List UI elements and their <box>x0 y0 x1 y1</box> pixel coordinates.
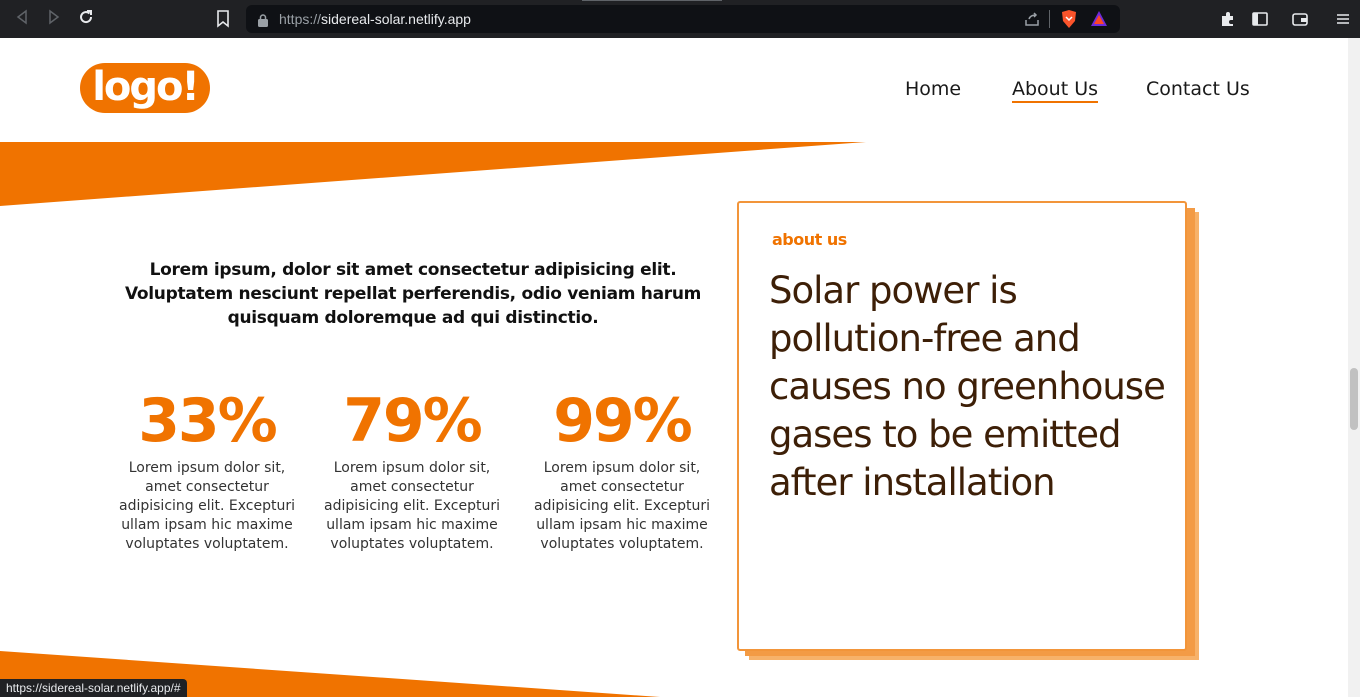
lock-icon <box>258 12 268 27</box>
top-orange-band <box>0 142 866 206</box>
forward-icon[interactable] <box>44 9 64 29</box>
about-card-eyebrow: about us <box>772 230 847 249</box>
address-bar-divider <box>1049 10 1050 28</box>
stat-description: Lorem ipsum dolor sit, amet consectetur … <box>534 460 710 552</box>
url-protocol: https:// <box>279 11 322 27</box>
url-host: sidereal-solar.netlify.app <box>321 11 471 27</box>
url-text: https://sidereal-solar.netlify.app <box>279 11 471 27</box>
address-bar[interactable]: https://sidereal-solar.netlify.app <box>246 5 1120 33</box>
stat-block: 33% Lorem ipsum dolor sit, amet consecte… <box>117 383 297 554</box>
menu-icon[interactable] <box>1334 10 1352 28</box>
brave-rewards-icon[interactable] <box>1090 10 1108 28</box>
status-bar-url: https://sidereal-solar.netlify.app/# <box>0 679 187 697</box>
stat-block: 79% Lorem ipsum dolor sit, amet consecte… <box>322 383 502 554</box>
wallet-icon[interactable] <box>1291 10 1309 28</box>
page-scrollbar[interactable] <box>1348 38 1360 697</box>
brave-shields-icon[interactable] <box>1060 9 1078 29</box>
intro-text: Lorem ipsum, dolor sit amet consectetur … <box>124 260 702 328</box>
about-card-headline: Solar power is pollution-free and causes… <box>769 269 1166 504</box>
back-icon[interactable] <box>12 9 32 29</box>
extensions-icon[interactable] <box>1219 10 1237 28</box>
stat-value: 99% <box>553 386 693 456</box>
stat-value: 79% <box>343 386 483 456</box>
nav-home[interactable]: Home <box>905 78 961 100</box>
reload-icon[interactable] <box>76 9 96 29</box>
nav-about-us[interactable]: About Us <box>1012 78 1099 103</box>
share-icon[interactable] <box>1024 11 1040 27</box>
scrollbar-thumb[interactable] <box>1350 368 1358 430</box>
about-card: about us Solar power is pollution-free a… <box>737 201 1187 651</box>
tab-indicator <box>582 0 722 1</box>
stat-description: Lorem ipsum dolor sit, amet consectetur … <box>119 460 295 552</box>
stat-description: Lorem ipsum dolor sit, amet consectetur … <box>324 460 500 552</box>
sidebar-icon[interactable] <box>1251 10 1269 28</box>
stat-block: 99% Lorem ipsum dolor sit, amet consecte… <box>532 383 712 554</box>
site-logo[interactable]: logo! <box>80 63 210 113</box>
browser-toolbar: https://sidereal-solar.netlify.app <box>0 0 1360 38</box>
bookmark-icon[interactable] <box>216 10 230 28</box>
web-page: logo! Home About Us Contact Us Lorem ips… <box>0 38 1348 697</box>
stat-value: 33% <box>138 386 278 456</box>
nav-contact-us[interactable]: Contact Us <box>1146 78 1250 100</box>
